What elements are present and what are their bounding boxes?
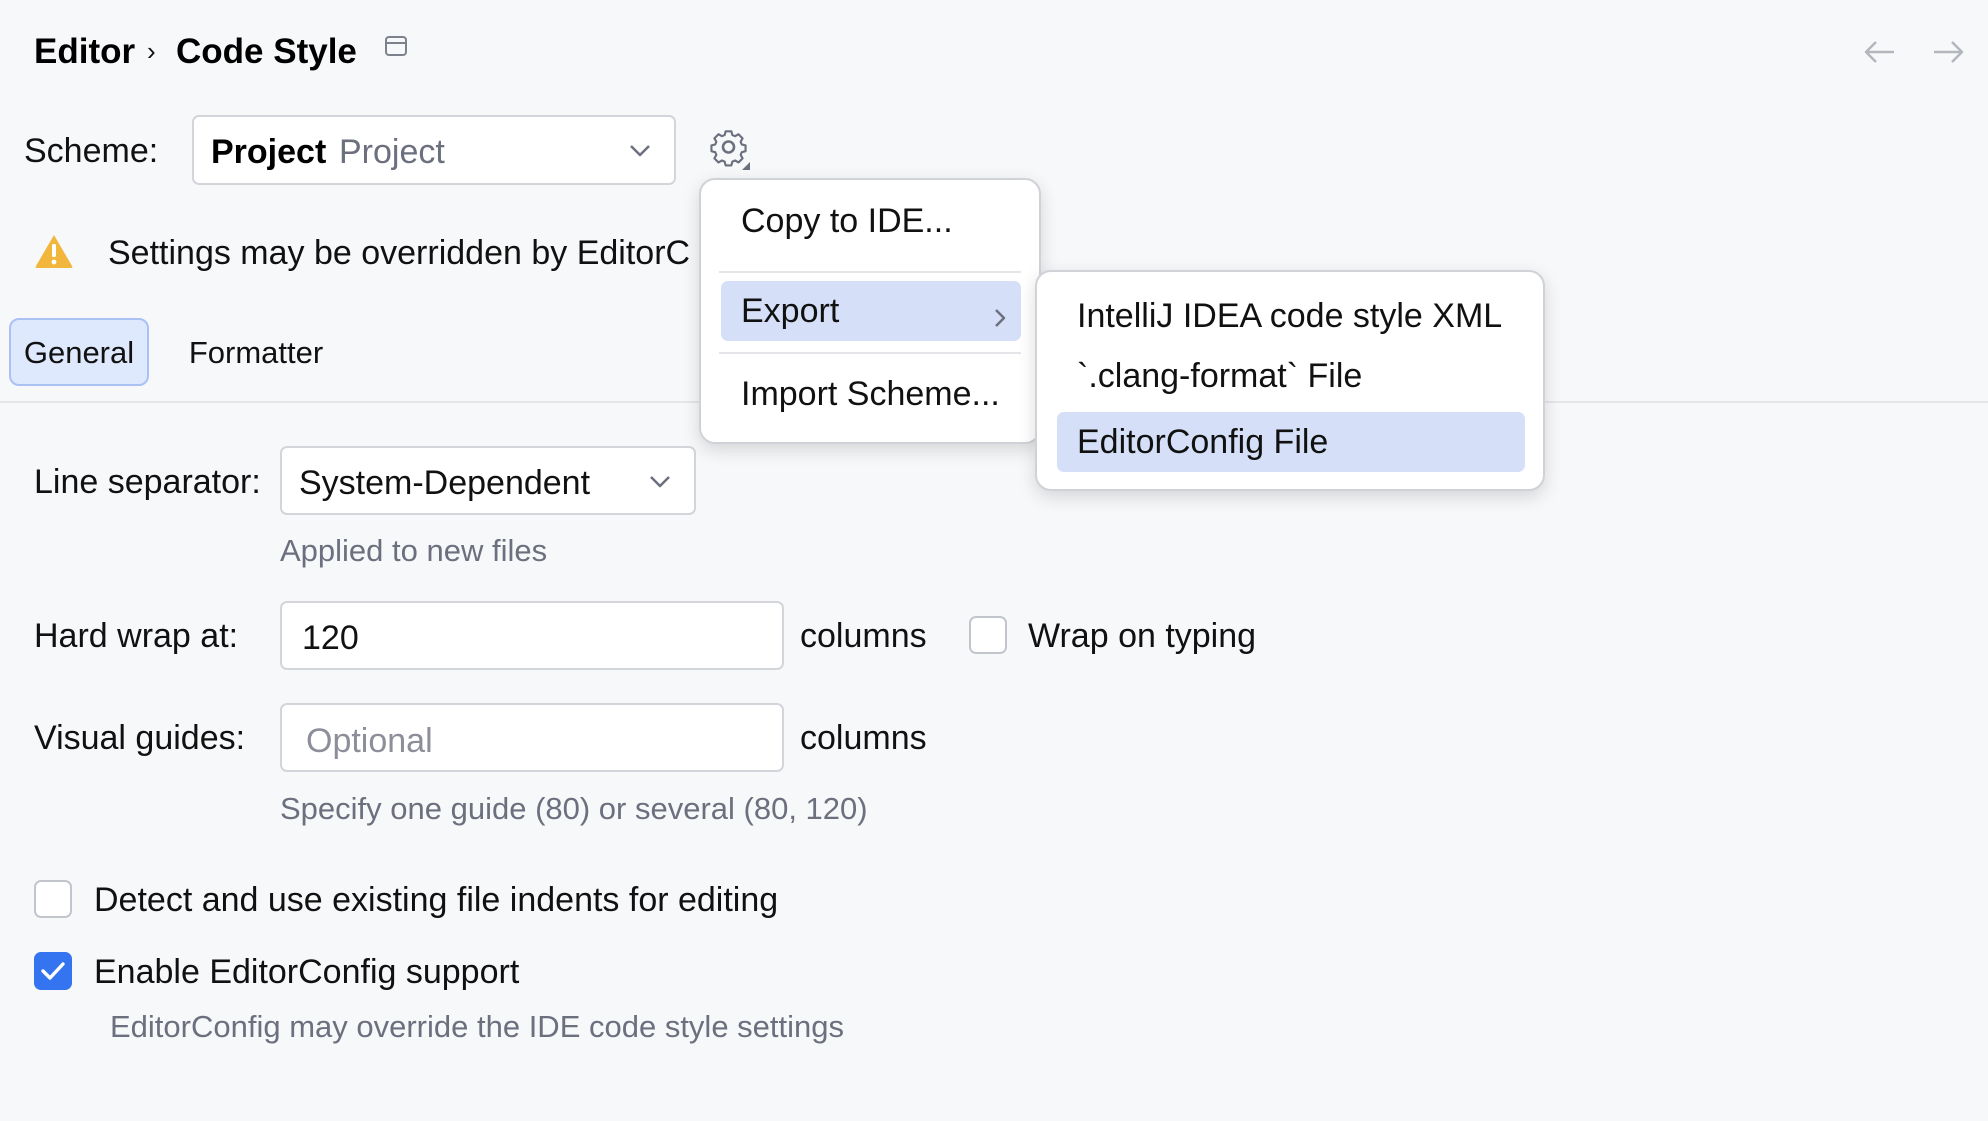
page-title: Code Style — [176, 32, 357, 71]
menu-item-clang-format[interactable]: `.clang-format` File — [1057, 346, 1525, 406]
scheme-selected-name: Project — [211, 133, 327, 171]
editorconfig-checkbox[interactable] — [34, 952, 72, 990]
chevron-down-icon — [648, 474, 672, 495]
menu-item-copy-to-ide[interactable]: Copy to IDE... — [719, 190, 1021, 252]
visual-guides-input[interactable]: Optional — [280, 703, 784, 772]
editorconfig-hint: EditorConfig may override the IDE code s… — [110, 1009, 845, 1044]
hard-wrap-input[interactable]: 120 — [280, 601, 784, 670]
line-separator-combo[interactable]: System-Dependent — [280, 446, 696, 515]
wrap-on-typing-checkbox[interactable] — [969, 616, 1007, 654]
scheme-label: Scheme: — [24, 132, 159, 170]
checkmark-icon — [41, 962, 65, 980]
tab-formatter[interactable]: Formatter — [170, 318, 342, 386]
scheme-actions-menu: Copy to IDE... Export Import Scheme... — [699, 178, 1041, 444]
menu-separator — [719, 271, 1021, 273]
wrap-on-typing-label[interactable]: Wrap on typing — [1028, 619, 1256, 653]
line-separator-hint: Applied to new files — [280, 533, 548, 568]
visual-guides-hint: Specify one guide (80) or several (80, 1… — [280, 791, 868, 826]
line-separator-value: System-Dependent — [299, 464, 591, 502]
editorconfig-label[interactable]: Enable EditorConfig support — [94, 955, 519, 989]
code-style-settings-page: Editor › Code Style Scheme: Project Proj… — [0, 0, 1988, 1121]
hard-wrap-value: 120 — [302, 619, 359, 657]
gear-icon[interactable] — [708, 128, 754, 174]
visual-guides-unit: columns — [800, 719, 927, 757]
menu-item-export[interactable]: Export — [721, 281, 1021, 341]
scheme-selected-kind: Project — [339, 133, 445, 171]
back-arrow-icon[interactable] — [1862, 38, 1898, 66]
line-separator-label: Line separator: — [34, 463, 261, 501]
menu-item-import-scheme[interactable]: Import Scheme... — [719, 362, 1021, 426]
warning-text: Settings may be overridden by EditorC — [108, 234, 691, 272]
window-icon[interactable] — [384, 35, 408, 57]
menu-item-export-label: Export — [741, 292, 840, 330]
export-submenu: IntelliJ IDEA code style XML `.clang-for… — [1035, 270, 1545, 491]
hard-wrap-label: Hard wrap at: — [34, 617, 239, 655]
visual-guides-label: Visual guides: — [34, 719, 246, 757]
detect-indents-checkbox[interactable] — [34, 880, 72, 918]
detect-indents-label[interactable]: Detect and use existing file indents for… — [94, 883, 778, 917]
chevron-down-icon — [628, 143, 652, 164]
visual-guides-placeholder: Optional — [306, 722, 433, 760]
forward-arrow-icon[interactable] — [1930, 38, 1966, 66]
tab-general[interactable]: General — [9, 318, 149, 386]
menu-separator — [719, 352, 1021, 354]
scheme-combo[interactable]: Project Project — [192, 115, 676, 185]
hard-wrap-unit: columns — [800, 617, 927, 655]
breadcrumb-separator: › — [147, 36, 156, 66]
breadcrumb-parent[interactable]: Editor — [34, 34, 135, 69]
menu-item-editorconfig-file[interactable]: EditorConfig File — [1057, 412, 1525, 472]
chevron-right-icon — [993, 301, 1007, 335]
menu-item-intellij-xml[interactable]: IntelliJ IDEA code style XML — [1057, 286, 1525, 346]
warning-icon — [34, 233, 74, 269]
